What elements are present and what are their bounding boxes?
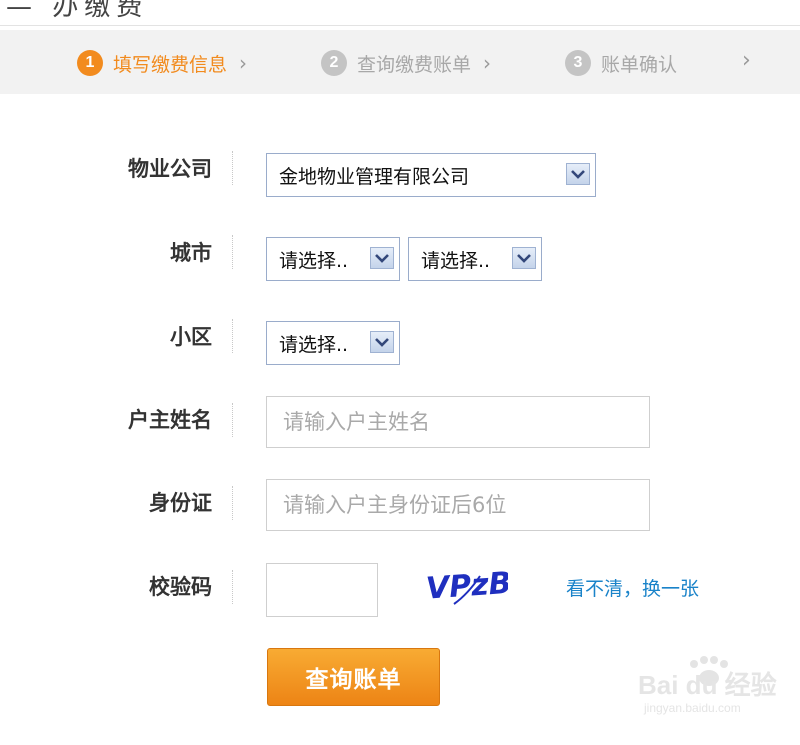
watermark-text: Bai du 经验 — [638, 670, 777, 700]
dropdown-arrow-icon[interactable] — [370, 247, 394, 269]
row-divider — [232, 486, 233, 520]
dropdown-arrow-icon[interactable] — [370, 331, 394, 353]
captcha-text: VPzB — [425, 566, 508, 607]
property-company-label: 物业公司 — [128, 157, 212, 181]
province-value: 请选择.. — [279, 249, 349, 272]
row-divider — [232, 151, 233, 185]
owner-name-input[interactable] — [267, 397, 649, 447]
chevron-right-icon: › — [483, 51, 492, 75]
row-divider — [232, 319, 233, 353]
city-value: 请选择.. — [421, 249, 491, 272]
row-divider — [232, 235, 233, 269]
dropdown-arrow-icon[interactable] — [566, 163, 590, 185]
city-select[interactable]: 请选择.. — [408, 237, 542, 281]
community-value: 请选择.. — [279, 333, 349, 356]
step-query-bill: 2 查询缴费账单 › — [321, 50, 491, 76]
step-fill-info: 1 填写缴费信息 › — [77, 50, 247, 76]
row-divider — [232, 570, 233, 604]
id-card-input[interactable] — [267, 480, 649, 530]
property-company-select[interactable]: 金地物业管理有限公司 — [266, 153, 596, 197]
chevron-right-icon: › — [742, 48, 751, 73]
step-label: 填写缴费信息 — [113, 53, 228, 76]
step-number: 2 — [321, 50, 347, 76]
captcha-field[interactable] — [266, 563, 378, 617]
community-label: 小区 — [170, 325, 212, 349]
owner-name-field[interactable] — [266, 396, 650, 448]
row-divider — [232, 403, 233, 437]
chevron-right-icon: › — [239, 51, 248, 75]
page-header: — 办缴费 — [0, 0, 800, 26]
watermark-url: jingyan.baidu.com — [643, 701, 741, 715]
id-card-field[interactable] — [266, 479, 650, 531]
id-card-label: 身份证 — [149, 491, 212, 515]
step-indicator: 1 填写缴费信息 › 2 查询缴费账单 › 3 账单确认 › — [0, 30, 800, 94]
community-select[interactable]: 请选择.. — [266, 321, 400, 365]
captcha-image[interactable]: VPzB — [424, 564, 508, 610]
step-number: 1 — [77, 50, 103, 76]
step-label: 查询缴费账单 — [357, 53, 472, 76]
refresh-captcha-link[interactable]: 看不清，换一张 — [566, 574, 699, 601]
captcha-input[interactable] — [267, 564, 377, 616]
step-confirm-bill: 3 账单确认 — [565, 50, 677, 76]
page-title-fragment: — 办缴费 — [6, 0, 149, 22]
step-label: 账单确认 — [601, 53, 678, 76]
captcha-label: 校验码 — [149, 575, 212, 599]
property-company-value: 金地物业管理有限公司 — [279, 165, 470, 188]
city-label: 城市 — [170, 241, 212, 265]
owner-name-label: 户主姓名 — [128, 408, 212, 432]
province-select[interactable]: 请选择.. — [266, 237, 400, 281]
baidu-watermark: Bai du 经验 jingyan.baidu.com — [638, 656, 777, 715]
step-number: 3 — [565, 50, 591, 76]
dropdown-arrow-icon[interactable] — [512, 247, 536, 269]
query-bill-button[interactable]: 查询账单 — [267, 648, 440, 706]
